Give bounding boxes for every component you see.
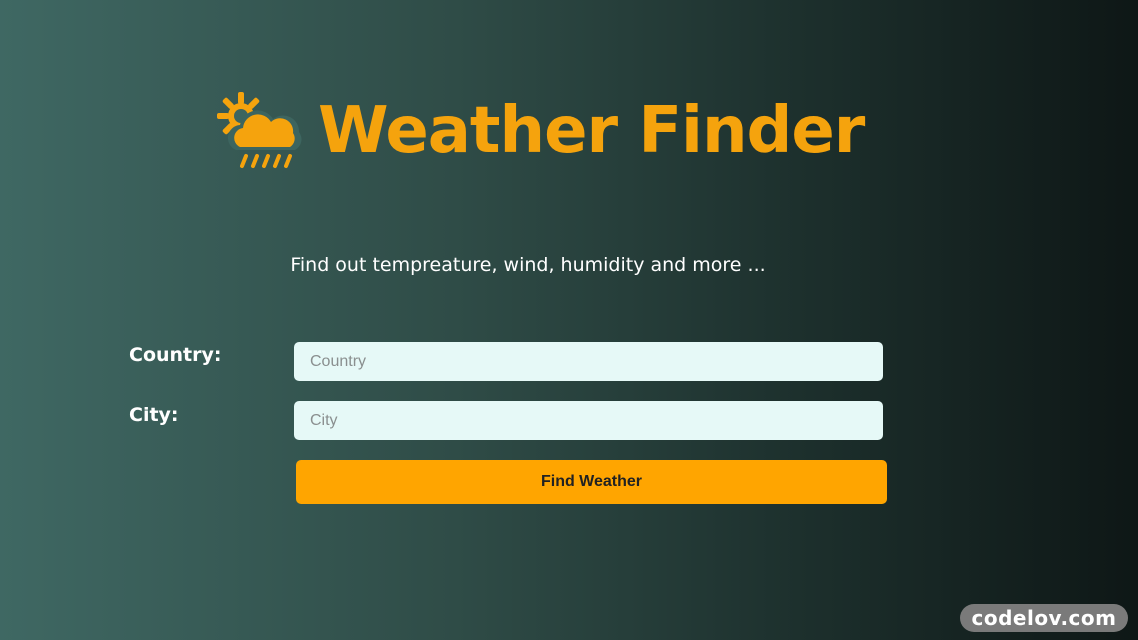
page-title: Weather Finder [318,94,865,168]
city-input[interactable] [294,401,883,440]
app-header: Weather Finder [214,88,865,174]
page-subtitle: Find out tempreature, wind, humidity and… [290,254,766,276]
find-weather-button[interactable]: Find Weather [296,460,887,504]
weather-sun-cloud-rain-icon [217,92,302,168]
city-label: City: [129,404,179,426]
country-input[interactable] [294,342,883,381]
watermark: codelov.com [960,604,1128,632]
country-label: Country: [129,344,222,366]
